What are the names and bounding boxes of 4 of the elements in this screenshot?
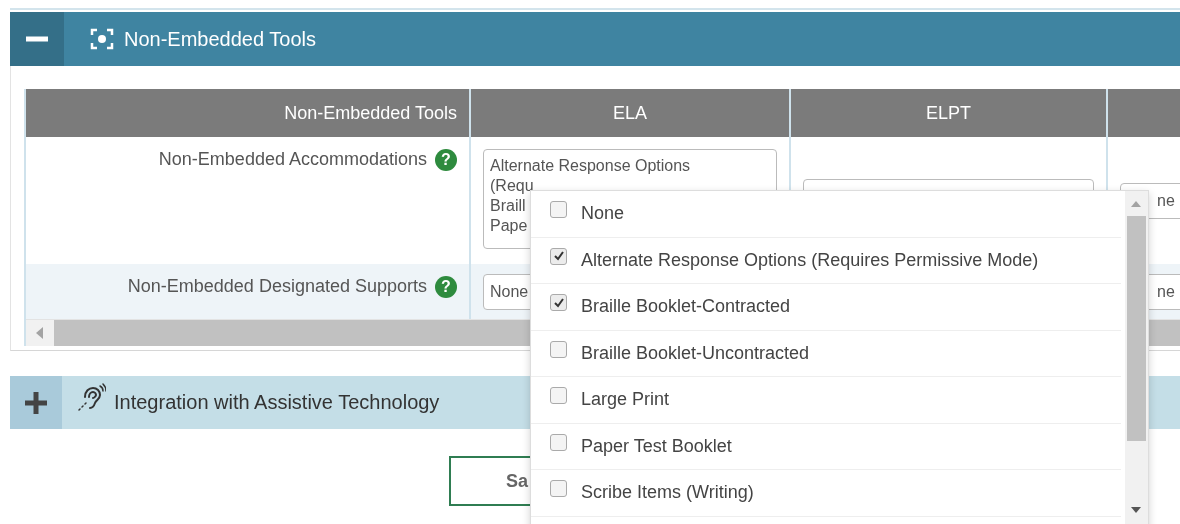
row-label: Non-Embedded Designated Supports (127, 276, 427, 297)
panel-title: Non-Embedded Tools (124, 27, 316, 51)
row-label: Non-Embedded Accommodations (158, 149, 427, 170)
panel-title: Integration with Assistive Technology (114, 391, 440, 414)
